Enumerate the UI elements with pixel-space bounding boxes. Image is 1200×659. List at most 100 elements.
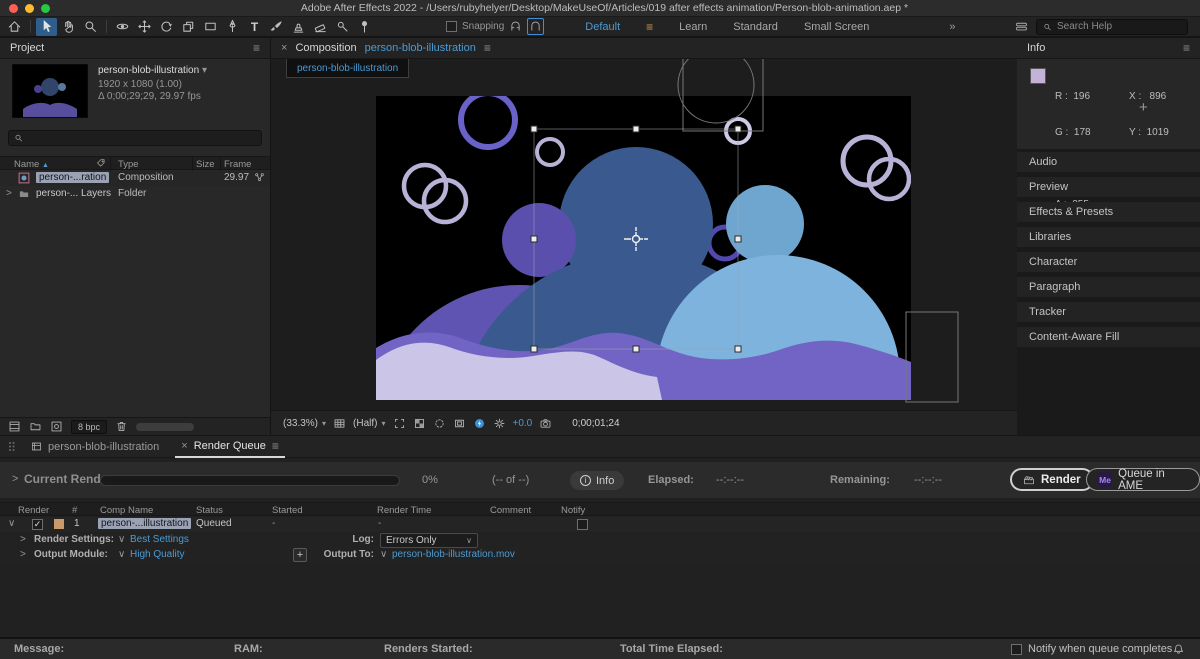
hand-tool[interactable]	[58, 18, 79, 36]
region-of-interest-icon[interactable]	[393, 417, 406, 430]
blob-purple-circle[interactable]	[502, 203, 576, 277]
resolution-dropdown[interactable]: (Half)▾	[353, 418, 385, 429]
panel-tab-content-aware-fill[interactable]: Content-Aware Fill	[1017, 327, 1200, 347]
project-bpc-button[interactable]: 8 bpc	[71, 420, 107, 434]
column-render[interactable]: Render	[18, 505, 49, 516]
column-started[interactable]: Started	[272, 505, 303, 516]
project-row-name[interactable]: person-... Layers	[36, 188, 111, 199]
project-scrollbar[interactable]	[136, 423, 194, 431]
chevron-down-icon[interactable]: ∨	[118, 534, 125, 545]
workspace-switcher-icon[interactable]	[1015, 20, 1028, 33]
exposure-value[interactable]: +0.0	[513, 418, 533, 429]
column-status[interactable]: Status	[196, 505, 223, 516]
composition-panel-menu-icon[interactable]: ≡	[484, 41, 491, 55]
column-size[interactable]: Size	[196, 159, 214, 170]
output-module-value[interactable]: High Quality	[130, 549, 184, 560]
fast-previews-icon[interactable]	[473, 417, 486, 430]
snapshot-camera-icon[interactable]	[539, 417, 552, 430]
interpret-footage-icon[interactable]	[8, 420, 21, 433]
workspace-default[interactable]: Default	[585, 21, 620, 33]
puppet-pin-tool[interactable]	[354, 18, 375, 36]
panel-drag-dots-icon[interactable]	[8, 441, 15, 452]
minimize-window-button[interactable]	[25, 4, 34, 13]
queue-in-ame-button[interactable]: Me Queue in AME	[1086, 468, 1200, 491]
notify-queue-checkbox[interactable]	[1011, 644, 1022, 655]
chevron-down-icon[interactable]: ∨	[118, 549, 125, 560]
column-comp-name[interactable]: Comp Name	[100, 505, 153, 516]
project-search-input[interactable]	[28, 133, 256, 144]
label-color-swatch[interactable]	[54, 519, 64, 529]
close-window-button[interactable]	[9, 4, 18, 13]
render-queue-row[interactable]: ∨ ✓ 1 person-...illustration Queued - -	[0, 517, 1200, 532]
rotation-tool[interactable]	[156, 18, 177, 36]
tab-render-queue[interactable]: × Render Queue ≡	[175, 436, 285, 458]
pan-behind-tool[interactable]	[178, 18, 199, 36]
close-icon[interactable]: ×	[281, 42, 287, 54]
workspace-learn[interactable]: Learn	[679, 21, 707, 33]
project-item-title[interactable]: person-blob-illustration ▾	[98, 65, 207, 76]
panel-tab-effects-presets[interactable]: Effects & Presets	[1017, 202, 1200, 222]
render-item-comp-name[interactable]: person-...illustration	[98, 518, 191, 529]
home-icon[interactable]	[4, 18, 25, 36]
panel-tab-audio[interactable]: Audio	[1017, 152, 1200, 172]
chevron-right-icon[interactable]: >	[6, 188, 12, 199]
notify-checkbox[interactable]	[577, 519, 588, 530]
log-dropdown[interactable]: Errors Only ∨	[380, 533, 478, 548]
bell-icon[interactable]	[1172, 643, 1185, 656]
new-folder-icon[interactable]	[29, 420, 42, 433]
render-queue-menu-icon[interactable]: ≡	[272, 439, 279, 453]
panel-tab-paragraph[interactable]: Paragraph	[1017, 277, 1200, 297]
grid-options-icon[interactable]	[333, 417, 346, 430]
snapping-checkbox[interactable]	[446, 21, 457, 32]
magnification-dropdown[interactable]: (33.3%)▾	[283, 418, 326, 429]
workspace-standard[interactable]: Standard	[733, 21, 778, 33]
trash-icon[interactable]	[115, 420, 128, 433]
shape-tool[interactable]	[200, 18, 221, 36]
render-item-checkbox[interactable]: ✓	[32, 519, 43, 530]
label-column-icon[interactable]	[96, 158, 106, 168]
workspace-small-screen[interactable]: Small Screen	[804, 21, 869, 33]
column-render-time[interactable]: Render Time	[377, 505, 431, 516]
column-type[interactable]: Type	[118, 159, 139, 170]
render-button[interactable]: Render	[1010, 468, 1094, 491]
transparency-grid-icon[interactable]	[413, 417, 426, 430]
panel-tab-libraries[interactable]: Libraries	[1017, 227, 1200, 247]
project-row-name[interactable]: person-...ration	[36, 172, 109, 183]
workspace-menu-icon[interactable]: ≡	[646, 20, 653, 34]
project-panel-menu-icon[interactable]: ≡	[253, 41, 260, 55]
pen-tool[interactable]	[222, 18, 243, 36]
chevron-down-icon[interactable]: ∨	[8, 518, 15, 529]
column-notify[interactable]: Notify	[561, 505, 585, 516]
type-tool[interactable]: T	[244, 18, 265, 36]
composition-tab[interactable]: person-blob-illustration	[286, 59, 409, 78]
close-icon[interactable]: ×	[181, 440, 187, 452]
tab-project[interactable]: Project	[10, 42, 44, 54]
clone-stamp-tool[interactable]	[288, 18, 309, 36]
composition-header-comp-name[interactable]: person-blob-illustration	[365, 42, 476, 54]
panel-tab-preview[interactable]: Preview	[1017, 177, 1200, 197]
composition-canvas[interactable]	[271, 59, 1017, 410]
eraser-tool[interactable]	[310, 18, 331, 36]
render-info-button[interactable]: i Info	[570, 471, 624, 490]
pan-camera-tool[interactable]	[134, 18, 155, 36]
zoom-tool[interactable]	[80, 18, 101, 36]
render-settings-value[interactable]: Best Settings	[130, 534, 189, 545]
column-name[interactable]: Name ▲	[14, 159, 49, 170]
chevron-right-icon[interactable]: >	[20, 549, 26, 560]
column-number[interactable]: #	[72, 505, 77, 516]
column-comment[interactable]: Comment	[490, 505, 531, 516]
add-output-module-button[interactable]: +	[293, 548, 307, 562]
exposure-icon[interactable]	[493, 417, 506, 430]
snap-options-icon[interactable]	[527, 18, 544, 35]
tab-info[interactable]: Info	[1027, 42, 1045, 54]
chevron-right-icon[interactable]: >	[12, 473, 18, 485]
output-to-value[interactable]: person-blob-illustration.mov	[392, 549, 515, 560]
tab-timeline-comp[interactable]: person-blob-illustration	[25, 436, 165, 458]
orbit-camera-tool[interactable]	[112, 18, 133, 36]
selection-tool[interactable]	[36, 18, 57, 36]
chevron-right-icon[interactable]: >	[20, 534, 26, 545]
chevron-down-icon[interactable]: ∨	[380, 549, 387, 560]
tab-composition[interactable]: Composition	[295, 42, 356, 54]
panel-tab-tracker[interactable]: Tracker	[1017, 302, 1200, 322]
new-composition-icon[interactable]	[50, 420, 63, 433]
